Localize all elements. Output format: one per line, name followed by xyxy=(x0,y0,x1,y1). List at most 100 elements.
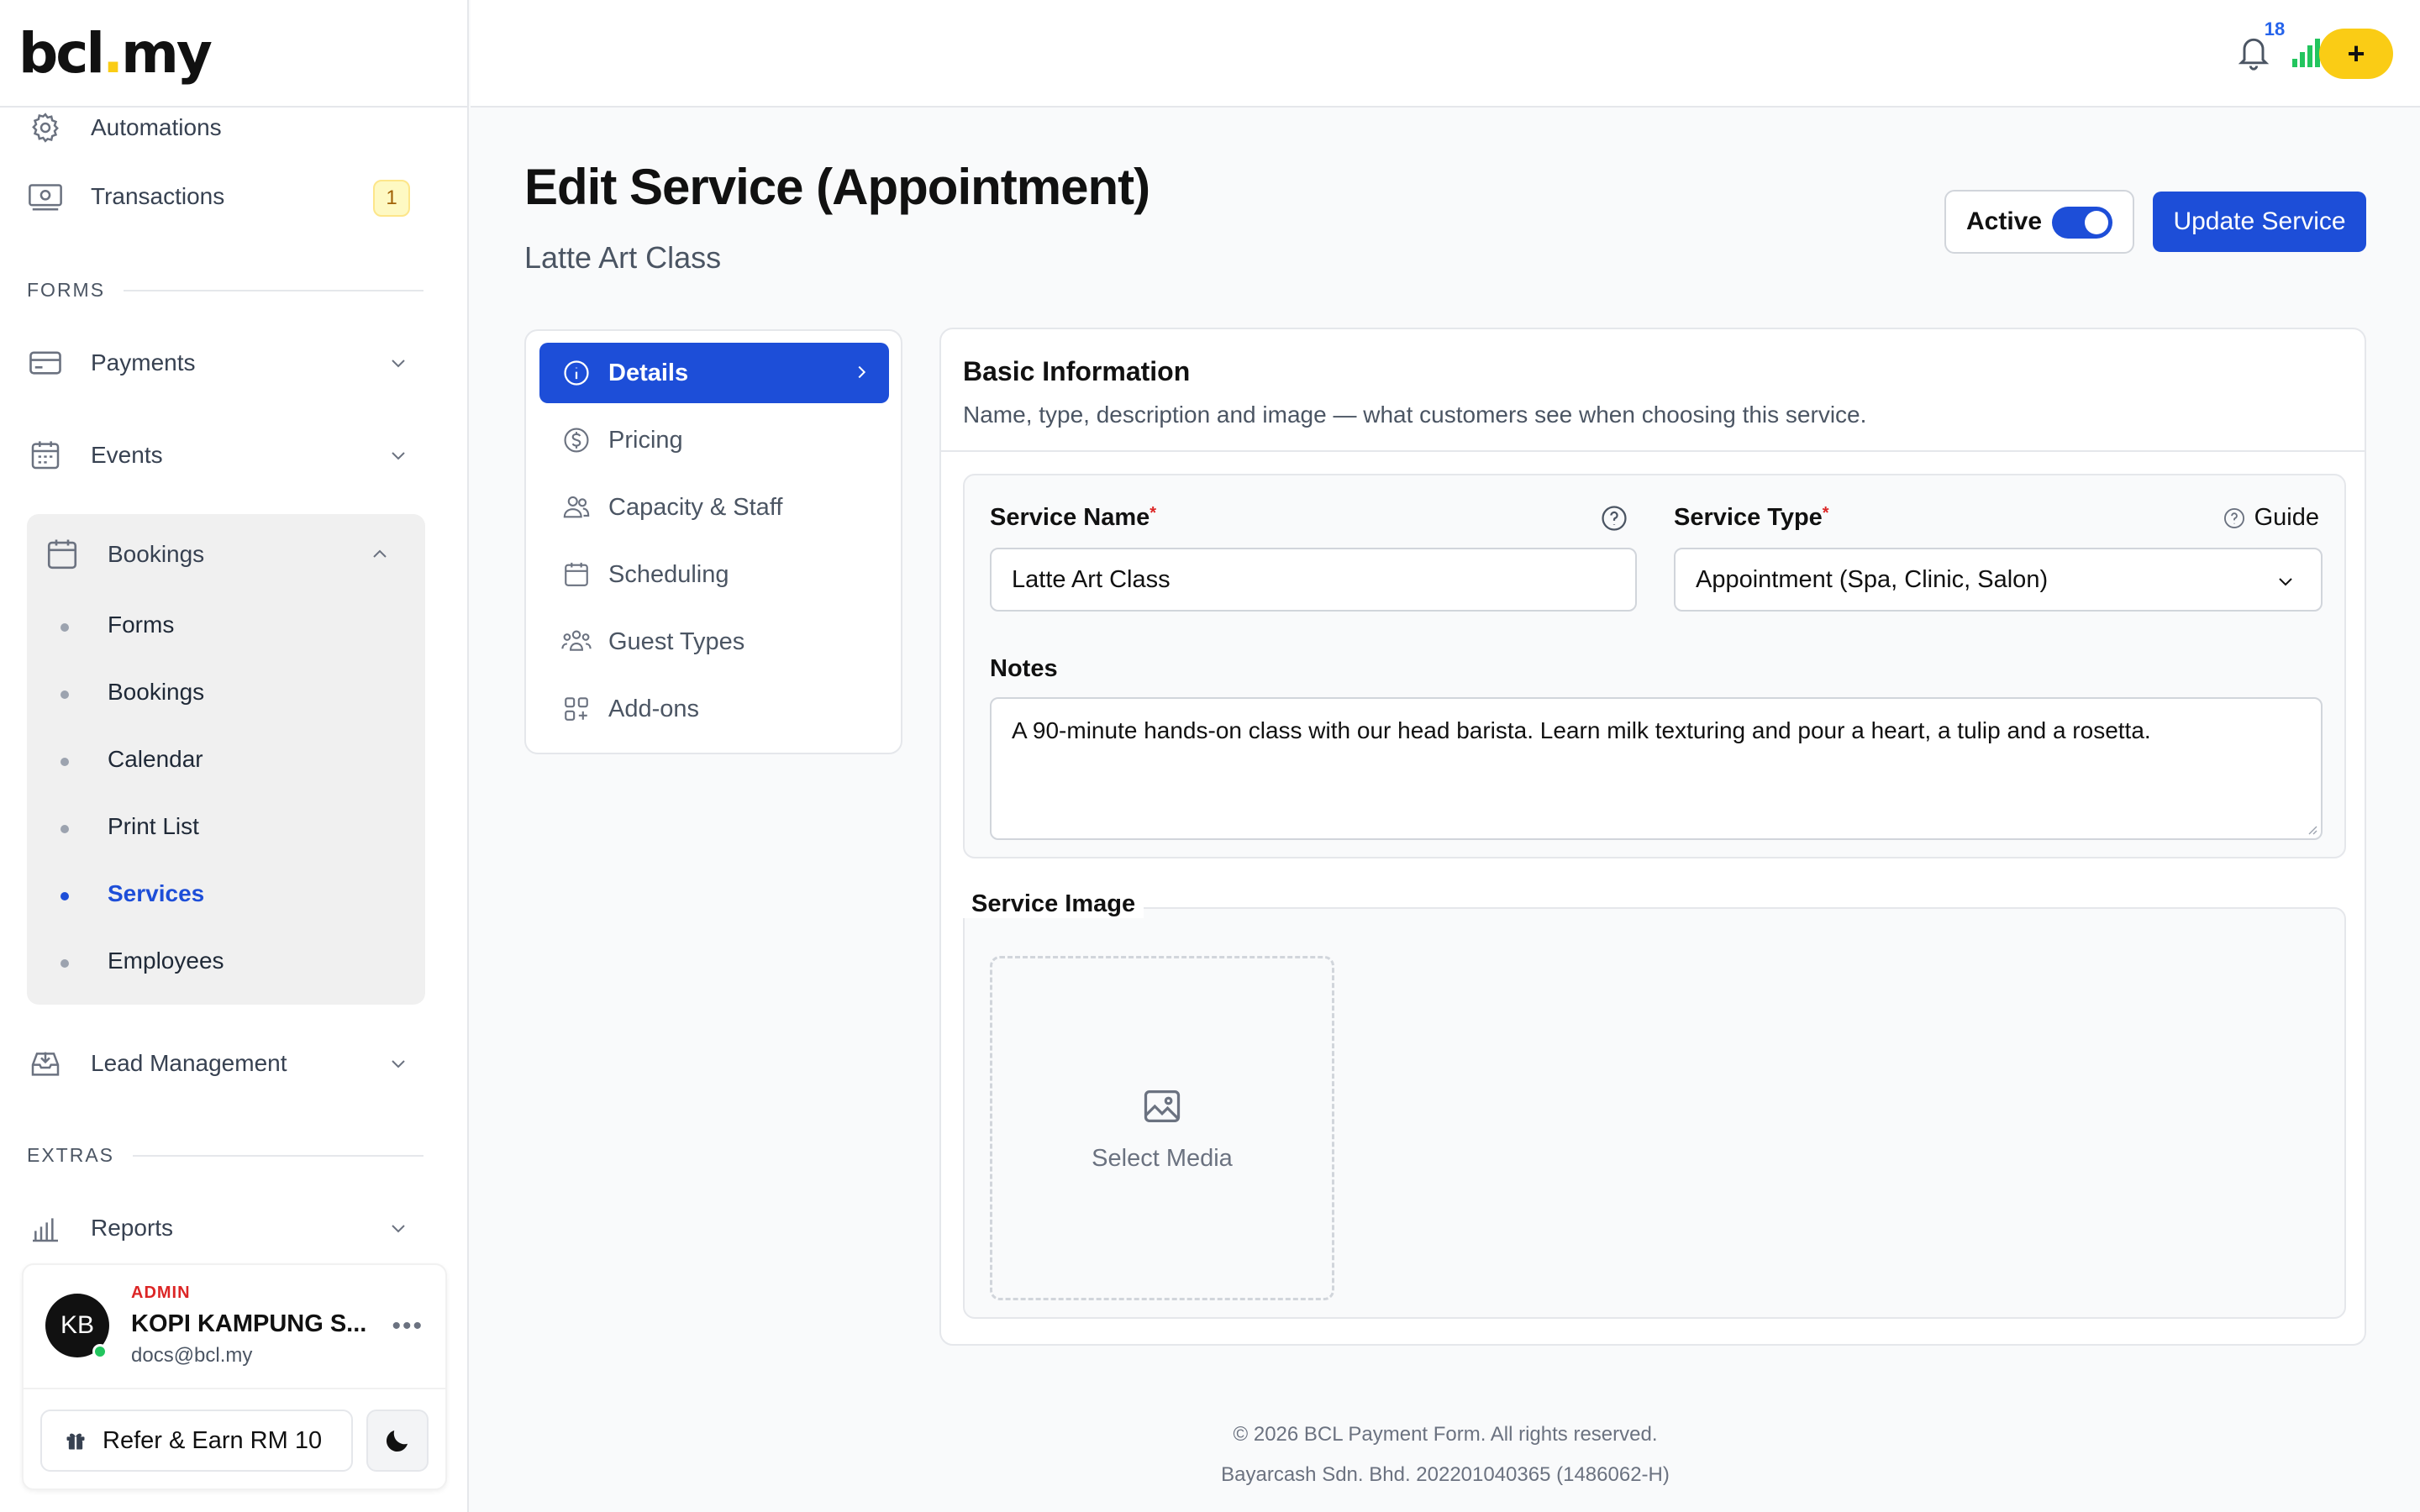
sidebar-item-transactions[interactable]: Transactions 1 xyxy=(27,171,427,222)
bullet-dot xyxy=(60,690,69,699)
page-subtitle: Latte Art Class xyxy=(524,240,722,275)
tab-label: Capacity & Staff xyxy=(608,493,783,521)
tab-scheduling[interactable]: Scheduling xyxy=(539,544,889,605)
divider xyxy=(941,450,2365,452)
guide-link[interactable]: Guide xyxy=(2223,504,2319,532)
section-label-extras: EXTRAS xyxy=(27,1144,424,1167)
users-icon xyxy=(561,492,592,522)
service-type-select[interactable]: Appointment (Spa, Clinic, Salon) xyxy=(1674,548,2323,612)
tab-details[interactable]: Details xyxy=(539,343,889,403)
chevron-down-icon xyxy=(388,445,408,465)
signal-icon xyxy=(2292,37,2321,67)
sidebar-item-events[interactable]: Events xyxy=(27,430,427,480)
tab-guest-types[interactable]: Guest Types xyxy=(539,612,889,672)
sidebar-subitem-forms[interactable]: Forms xyxy=(108,612,174,638)
transactions-badge: 1 xyxy=(373,180,410,217)
online-status-dot xyxy=(92,1344,108,1359)
chevron-down-icon xyxy=(388,1218,408,1238)
service-name-label: Service Name* xyxy=(990,504,1157,531)
basic-information-card: Basic Information Name, type, descriptio… xyxy=(939,328,2366,1346)
sidebar-item-automations[interactable]: Automations xyxy=(27,102,427,153)
page-title: Edit Service (Appointment) xyxy=(524,159,1150,215)
footer-company: Bayarcash Sdn. Bhd. 202201040365 (148606… xyxy=(1221,1463,1670,1486)
sidebar-subitem-bookings[interactable]: Bookings xyxy=(108,679,204,706)
active-label: Active xyxy=(1966,207,2043,235)
image-icon xyxy=(1140,1084,1184,1128)
toggle-switch[interactable] xyxy=(2052,207,2112,239)
card-icon xyxy=(27,344,64,381)
notes-label: Notes xyxy=(990,655,1058,682)
service-name-input[interactable]: Latte Art Class xyxy=(990,548,1637,612)
tab-capacity-staff[interactable]: Capacity & Staff xyxy=(539,477,889,538)
tab-label: Pricing xyxy=(608,426,683,454)
select-media-label: Select Media xyxy=(1092,1144,1233,1172)
active-toggle[interactable]: Active xyxy=(1944,190,2134,254)
notes-textarea[interactable]: A 90-minute hands-on class with our head… xyxy=(990,697,2323,840)
section-description: Name, type, description and image — what… xyxy=(963,402,1867,428)
chevron-down-icon xyxy=(388,1053,408,1074)
calendar-icon xyxy=(44,536,81,573)
tab-label: Scheduling xyxy=(608,560,729,588)
service-image-label: Service Image xyxy=(963,890,1144,918)
cash-icon xyxy=(27,178,64,215)
user-card: KB ADMIN KOPI KAMPUNG S... docs@bcl.my •… xyxy=(22,1263,447,1490)
resize-handle-icon[interactable] xyxy=(2304,822,2317,835)
sidebar-item-reports[interactable]: Reports xyxy=(27,1203,427,1253)
tab-label: Guest Types xyxy=(608,627,745,655)
select-media-dropzone[interactable]: Select Media xyxy=(990,956,1334,1300)
user-name: KOPI KAMPUNG S... xyxy=(131,1310,367,1337)
sidebar-subitem-calendar[interactable]: Calendar xyxy=(108,746,203,773)
service-tabs: Details Pricing Capacity & Staff Schedul… xyxy=(524,329,902,754)
sidebar-item-label: Events xyxy=(91,442,163,468)
section-title: Basic Information xyxy=(963,356,1191,386)
sidebar-item-label: Lead Management xyxy=(91,1050,287,1076)
sidebar-item-lead-management[interactable]: Lead Management xyxy=(27,1038,427,1089)
user-role: ADMIN xyxy=(131,1284,191,1302)
bullet-dot xyxy=(60,959,69,968)
inbox-icon xyxy=(27,1045,64,1082)
chevron-down-icon xyxy=(388,353,408,373)
update-service-button[interactable]: Update Service xyxy=(2153,192,2366,252)
user-email: docs@bcl.my xyxy=(131,1344,253,1367)
sidebar-item-label: Payments xyxy=(91,349,196,375)
help-circle-icon[interactable] xyxy=(1600,504,1628,533)
bullet-dot-active xyxy=(60,892,69,900)
bullet-dot xyxy=(60,623,69,632)
logo-bar: bcl.my xyxy=(0,0,467,108)
logo[interactable]: bcl.my xyxy=(18,21,213,86)
section-label-forms: FORMS xyxy=(27,279,424,302)
dollar-icon xyxy=(561,425,592,455)
tab-pricing[interactable]: Pricing xyxy=(539,410,889,470)
sidebar: bcl.my Automations Transactions 1 FORMS … xyxy=(0,0,469,1512)
sidebar-subitem-print-list[interactable]: Print List xyxy=(108,813,199,840)
sidebar-item-label: Reports xyxy=(91,1215,174,1241)
chevron-right-icon xyxy=(852,363,871,381)
tab-label: Add-ons xyxy=(608,695,700,722)
tab-label: Details xyxy=(608,359,689,386)
top-bar: 18 + xyxy=(471,0,2420,108)
sidebar-subitem-services[interactable]: Services xyxy=(108,880,204,907)
sidebar-item-label: Bookings xyxy=(108,541,205,567)
chevron-up-icon xyxy=(370,544,390,564)
sidebar-item-label: Transactions xyxy=(91,183,225,209)
sidebar-item-bookings[interactable]: Bookings xyxy=(44,529,408,580)
required-mark: * xyxy=(1150,504,1157,522)
sidebar-item-payments[interactable]: Payments xyxy=(27,338,427,388)
bullet-dot xyxy=(60,825,69,833)
more-options-icon[interactable]: ••• xyxy=(392,1312,424,1341)
footer-copyright: © 2026 BCL Payment Form. All rights rese… xyxy=(1233,1423,1658,1446)
add-button[interactable]: + xyxy=(2319,29,2393,79)
required-mark: * xyxy=(1822,504,1829,522)
service-image-group: Select Media xyxy=(963,907,2346,1319)
info-icon xyxy=(561,358,592,388)
tab-add-ons[interactable]: Add-ons xyxy=(539,679,889,739)
sidebar-subitem-employees[interactable]: Employees xyxy=(108,948,224,974)
calendar-icon xyxy=(561,559,592,590)
divider xyxy=(24,1388,445,1389)
calendar-grid-icon xyxy=(27,437,64,474)
bookings-group: Bookings Forms Bookings Calendar Print L… xyxy=(27,514,425,1005)
bar-chart-icon xyxy=(27,1210,64,1247)
basic-fields-group: Service Name* Latte Art Class Service Ty… xyxy=(963,474,2346,858)
bullet-dot xyxy=(60,758,69,766)
sidebar-item-label: Automations xyxy=(91,114,222,140)
